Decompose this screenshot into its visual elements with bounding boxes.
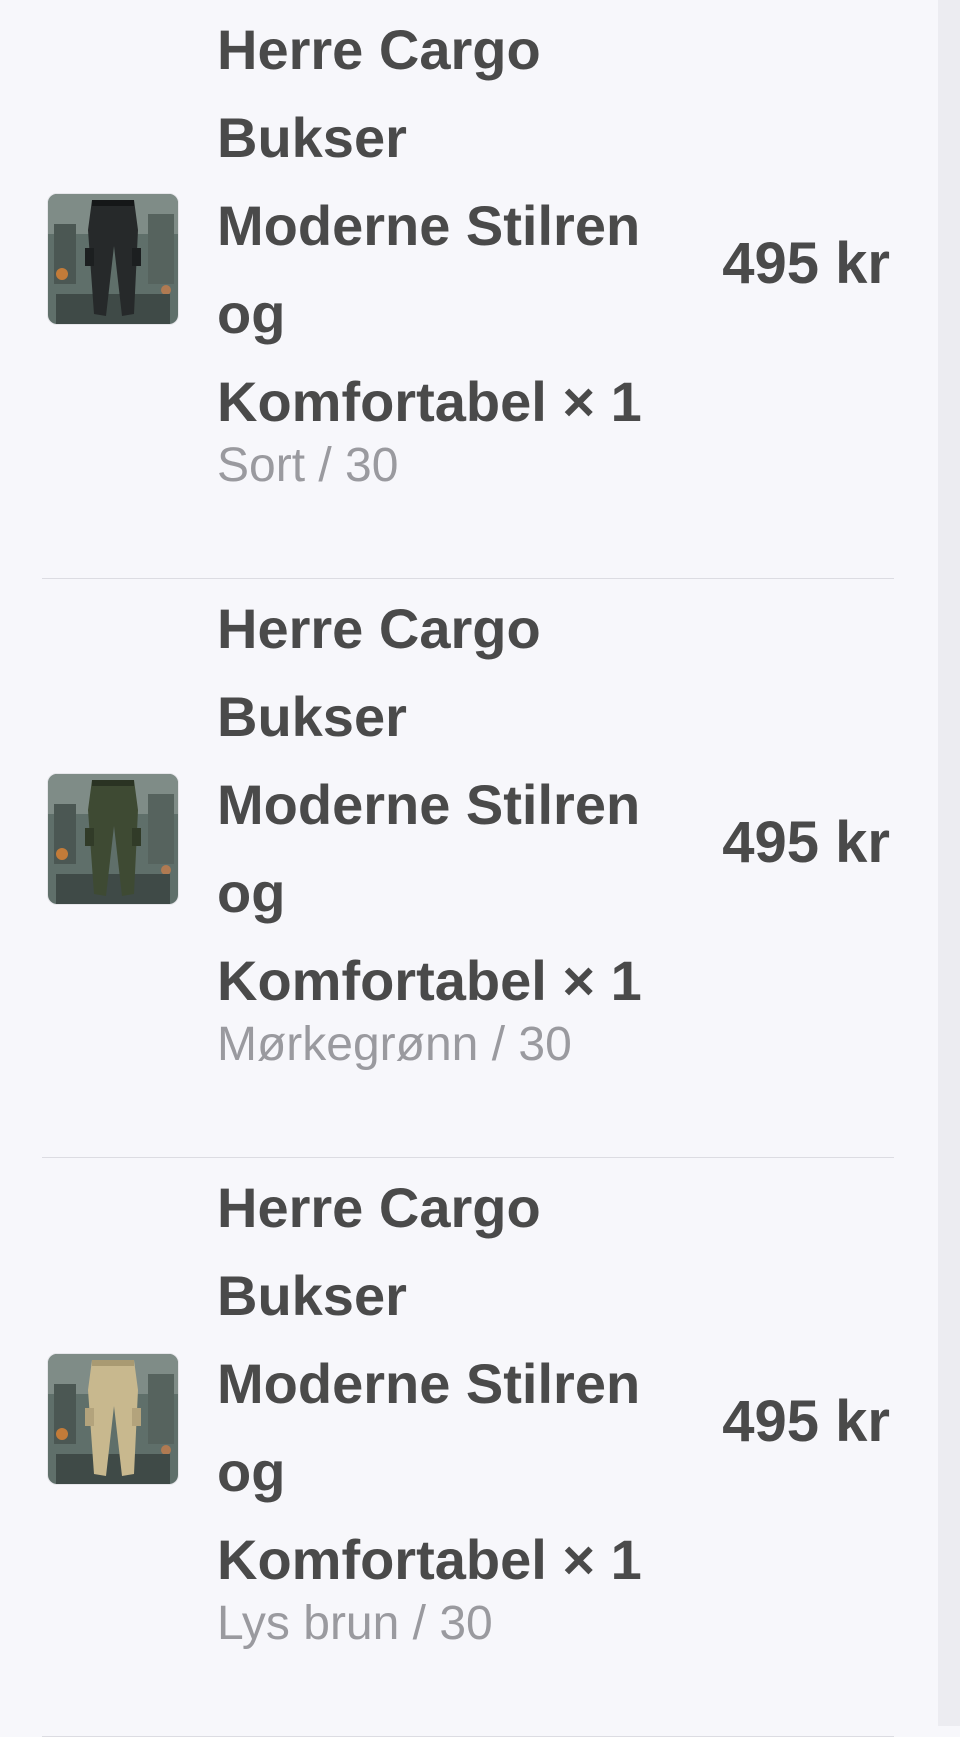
product-variant: Mørkegrønn / 30 (217, 1018, 572, 1071)
product-details: Herre Cargo Bukser Moderne Stilren og Ko… (217, 1164, 717, 1652)
scrollbar-track[interactable] (938, 0, 960, 1726)
quantity-label: × 1 (562, 1528, 642, 1591)
product-price: 495 kr (722, 231, 890, 296)
product-variant: Lys brun / 30 (217, 1597, 493, 1650)
product-thumbnail (47, 1353, 179, 1485)
product-thumbnail (47, 193, 179, 325)
order-item: Herre Cargo Bukser Moderne Stilren og Ko… (42, 579, 894, 1158)
product-price: 495 kr (722, 810, 890, 875)
dark-green-cargo-pants-image (48, 774, 178, 904)
quantity-label: × 1 (562, 949, 642, 1012)
product-title: Herre Cargo Bukser Moderne Stilren og Ko… (217, 597, 642, 1012)
product-thumbnail (47, 773, 179, 905)
product-title: Herre Cargo Bukser Moderne Stilren og Ko… (217, 18, 642, 433)
product-title: Herre Cargo Bukser Moderne Stilren og Ko… (217, 1176, 642, 1591)
product-details: Herre Cargo Bukser Moderne Stilren og Ko… (217, 6, 717, 494)
order-item: Herre Cargo Bukser Moderne Stilren og Ko… (42, 0, 894, 579)
order-item-list: Herre Cargo Bukser Moderne Stilren og Ko… (42, 0, 894, 1737)
product-variant: Sort / 30 (217, 439, 399, 492)
product-price: 495 kr (722, 1389, 890, 1454)
product-details: Herre Cargo Bukser Moderne Stilren og Ko… (217, 585, 717, 1073)
black-cargo-pants-image (48, 194, 178, 324)
light-brown-cargo-pants-image (48, 1354, 178, 1484)
quantity-label: × 1 (562, 370, 642, 433)
order-item: Herre Cargo Bukser Moderne Stilren og Ko… (42, 1158, 894, 1737)
